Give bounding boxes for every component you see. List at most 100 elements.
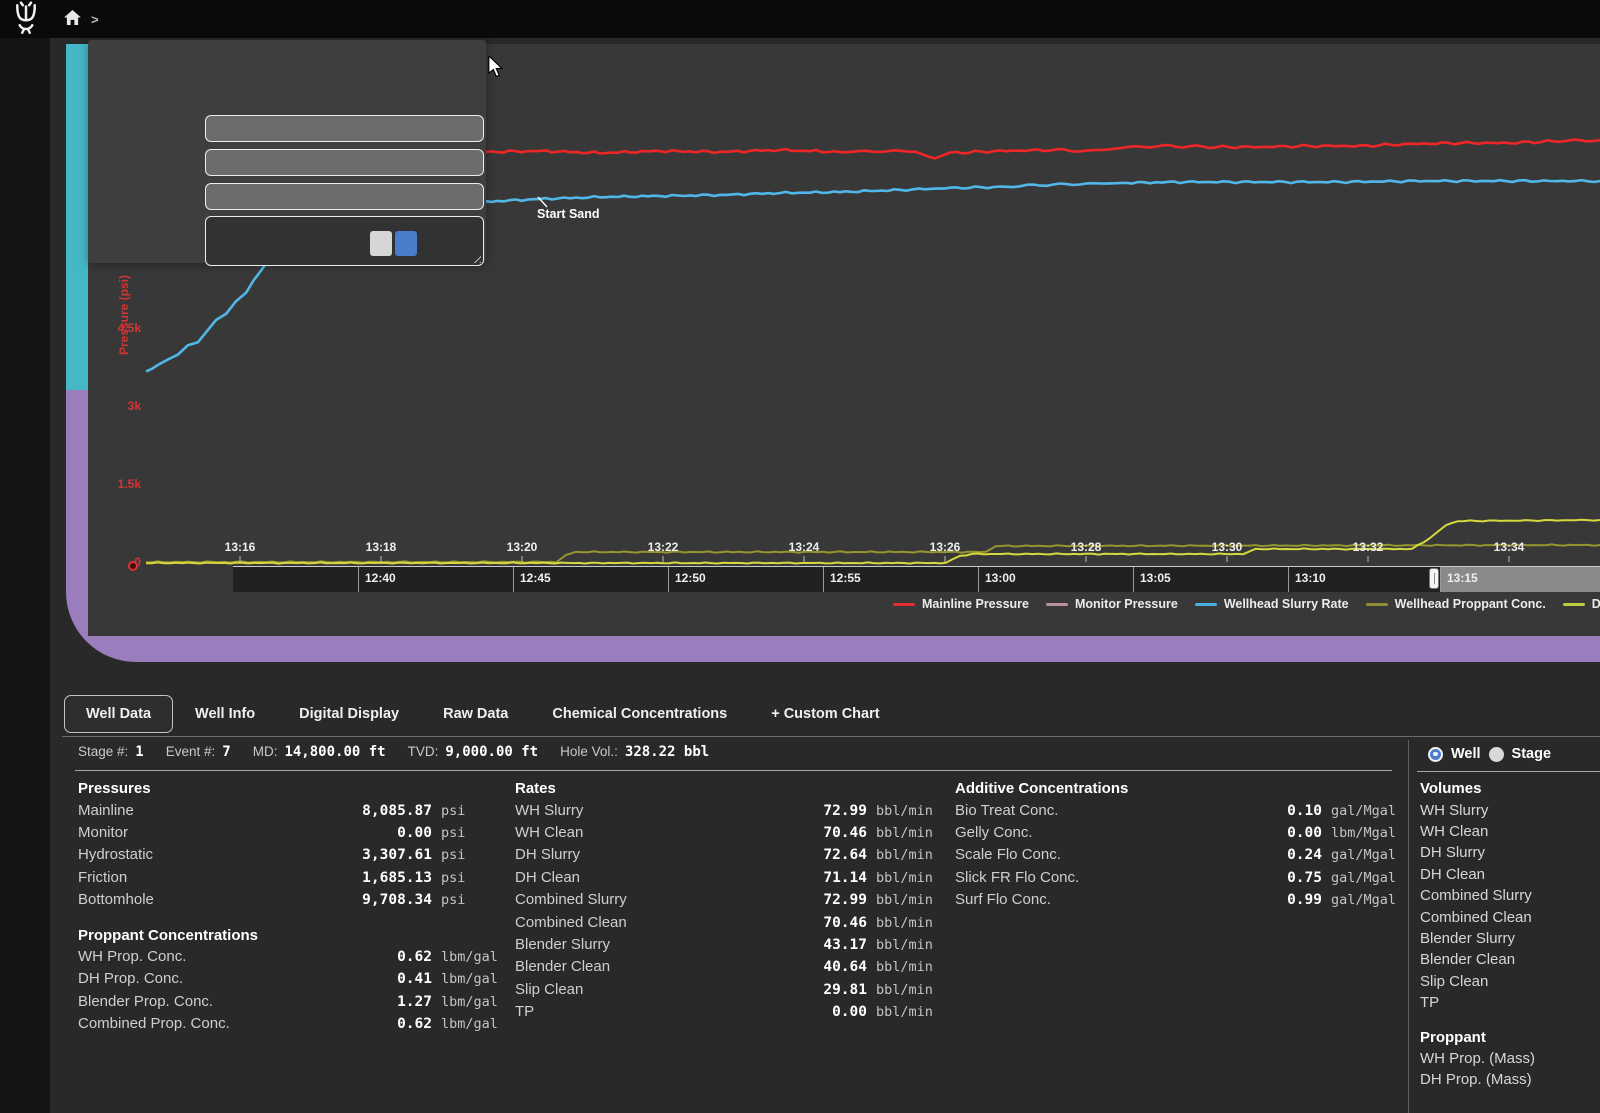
tab-digital-display[interactable]: Digital Display bbox=[277, 695, 421, 733]
stage-info-pair: Event #: 7 bbox=[166, 744, 231, 760]
tab-bar: Well DataWell InfoDigital DisplayRaw Dat… bbox=[64, 695, 902, 733]
stage-info-pair: Hole Vol.: 328.22 bbl bbox=[560, 744, 709, 760]
row-value: 71.14 bbox=[772, 868, 867, 889]
legend-item[interactable]: Wellhead Proppant Conc. bbox=[1366, 597, 1546, 611]
stage-info-value: 7 bbox=[222, 744, 230, 760]
column-additives: Additive ConcentrationsBio Treat Conc.0.… bbox=[955, 778, 1395, 925]
tab-well-data[interactable]: Well Data bbox=[64, 695, 173, 733]
legend-label: Monitor Pressure bbox=[1075, 597, 1178, 611]
value-field[interactable] bbox=[205, 183, 484, 210]
row-unit: bbl/min bbox=[867, 913, 940, 934]
tab-raw-data[interactable]: Raw Data bbox=[421, 695, 530, 733]
stage-info-label: Event #: bbox=[166, 744, 216, 759]
stage-info-pair: Stage #:1 bbox=[78, 744, 144, 760]
totals-divider bbox=[1417, 771, 1600, 772]
legend-swatch bbox=[1046, 603, 1068, 606]
legend-swatch bbox=[1195, 603, 1217, 606]
row-label: Hydrostatic bbox=[78, 844, 337, 865]
legend-item[interactable]: Mainline Pressure bbox=[893, 597, 1029, 611]
tab-custom-chart[interactable]: + Custom Chart bbox=[749, 695, 901, 733]
legend-item[interactable]: Wellhead Slurry Rate bbox=[1195, 597, 1349, 611]
row-unit: lbm/gal bbox=[432, 1014, 505, 1035]
column-pressures: PressuresMainline8,085.87psiMonitor0.00p… bbox=[78, 778, 505, 1049]
row-value: 72.64 bbox=[772, 845, 867, 866]
breadcrumb: > bbox=[64, 10, 109, 29]
row-label: Combined Clean bbox=[515, 912, 772, 933]
row-label: TP bbox=[515, 1001, 772, 1022]
radio-total-by-well[interactable] bbox=[1428, 747, 1443, 762]
totals-row-label: DH Prop. (Mass) bbox=[1420, 1069, 1600, 1090]
navigator-tick-label: 13:10 bbox=[1295, 571, 1326, 585]
row-unit: bbl/min bbox=[867, 957, 940, 978]
table-row: Friction1,685.13psi bbox=[78, 867, 505, 889]
legend-swatch bbox=[1366, 603, 1388, 606]
x-axis-tick: 13:18 bbox=[366, 540, 397, 554]
y-axis-tick: 3k bbox=[128, 399, 142, 413]
row-unit: lbm/gal bbox=[432, 947, 505, 968]
row-unit: psi bbox=[432, 801, 505, 822]
x-axis-tick: 13:34 bbox=[1494, 540, 1525, 554]
breadcrumb-separator: > bbox=[91, 12, 99, 27]
row-unit: bbl/min bbox=[867, 980, 940, 1001]
row-label: Scale Flo Conc. bbox=[955, 844, 1227, 865]
totals-row: TP bbox=[1420, 992, 1600, 1013]
stage-info-value: 328.22 bbl bbox=[625, 744, 709, 760]
radio-label-stage: Stage bbox=[1512, 746, 1552, 762]
row-value: 0.00 bbox=[337, 823, 432, 844]
table-row: Hydrostatic3,307.61psi bbox=[78, 844, 505, 866]
delete-button[interactable] bbox=[370, 231, 392, 256]
navigator-tick-label: 13:15 bbox=[1447, 571, 1478, 585]
row-unit: bbl/min bbox=[867, 1002, 940, 1023]
datetime-field[interactable] bbox=[205, 149, 484, 176]
totals-row: DH Clean bbox=[1420, 864, 1600, 885]
row-value: 8,085.87 bbox=[337, 801, 432, 822]
row-unit: gal/Mgal bbox=[1322, 801, 1395, 822]
row-unit: bbl/min bbox=[867, 890, 940, 911]
stage-info-label: MD: bbox=[253, 744, 278, 759]
section-title: Pressures bbox=[78, 778, 505, 800]
totals-panel: WellStage VolumesWH SlurryWH CleanDH Slu… bbox=[1408, 740, 1600, 1113]
navigator-separator bbox=[823, 567, 824, 592]
legend-item[interactable]: Downhole Proppant Conc. bbox=[1563, 597, 1600, 611]
radio-total-by-stage[interactable] bbox=[1489, 747, 1504, 762]
totals-row-label: Combined Slurry bbox=[1420, 885, 1600, 906]
section-rates: RatesWH Slurry72.99bbl/minWH Clean70.46b… bbox=[515, 778, 940, 1024]
navigator-tick-label: 13:00 bbox=[985, 571, 1016, 585]
table-row: WH Clean70.46bbl/min bbox=[515, 822, 940, 844]
stage-info-label: Hole Vol.: bbox=[560, 744, 618, 759]
legend-item[interactable]: Monitor Pressure bbox=[1046, 597, 1178, 611]
section-title: Rates bbox=[515, 778, 940, 800]
update-button[interactable] bbox=[395, 231, 417, 256]
x-axis-tick: 13:24 bbox=[789, 540, 820, 554]
legend-swatch bbox=[893, 603, 915, 606]
totals-section-title: Volumes bbox=[1420, 778, 1600, 800]
channel-field[interactable] bbox=[205, 115, 484, 142]
row-value: 0.41 bbox=[337, 969, 432, 990]
navigator-drag-handle[interactable] bbox=[1429, 568, 1439, 589]
tab-chemical-concentrations[interactable]: Chemical Concentrations bbox=[530, 695, 749, 733]
app-logo-icon bbox=[6, 2, 46, 36]
navigator-separator bbox=[668, 567, 669, 592]
stage-info-pair: TVD:9,000.00 ft bbox=[408, 744, 538, 760]
series-mainline-pressure bbox=[485, 140, 1600, 159]
comment-field[interactable] bbox=[205, 216, 484, 266]
home-breadcrumb-icon[interactable] bbox=[64, 10, 81, 29]
annotation-marker bbox=[129, 562, 137, 570]
totals-section-title: Proppant bbox=[1420, 1027, 1600, 1049]
row-label: WH Slurry bbox=[515, 800, 772, 821]
table-row: Combined Slurry72.99bbl/min bbox=[515, 889, 940, 911]
table-row: Scale Flo Conc.0.24gal/Mgal bbox=[955, 844, 1395, 866]
row-label: Surf Flo Conc. bbox=[955, 889, 1227, 910]
row-value: 29.81 bbox=[772, 980, 867, 1001]
time-navigator[interactable]: 12:4012:4512:5012:5513:0013:0513:1013:15… bbox=[233, 566, 1600, 592]
row-unit: lbm/gal bbox=[432, 969, 505, 990]
table-row: Combined Clean70.46bbl/min bbox=[515, 912, 940, 934]
section-divider bbox=[75, 770, 1392, 771]
row-unit: gal/Mgal bbox=[1322, 868, 1395, 889]
stage-info-label: Stage #: bbox=[78, 744, 128, 759]
table-row: Bio Treat Conc.0.10gal/Mgal bbox=[955, 800, 1395, 822]
tab-well-info[interactable]: Well Info bbox=[173, 695, 277, 733]
chart-legend: Mainline Pressure Monitor Pressure Wellhea… bbox=[893, 597, 1600, 611]
series-downhole-proppant-conc bbox=[146, 520, 1600, 564]
table-row: TP0.00bbl/min bbox=[515, 1001, 940, 1023]
